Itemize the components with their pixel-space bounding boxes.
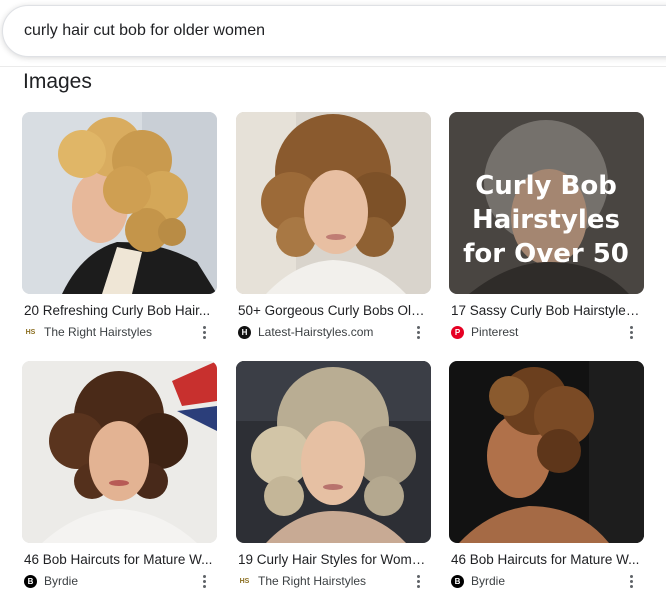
- pinterest-favicon-icon: P: [451, 325, 464, 339]
- more-options-icon[interactable]: [413, 573, 423, 589]
- result-image[interactable]: [22, 361, 217, 543]
- more-options-icon[interactable]: [626, 573, 636, 589]
- result-image[interactable]: [236, 361, 431, 543]
- image-result-card[interactable]: 46 Bob Haircuts for Mature W... B Byrdie: [449, 361, 644, 601]
- result-title[interactable]: 50+ Gorgeous Curly Bobs Old...: [238, 303, 428, 318]
- the-right-hairstyles-favicon-icon: HS: [24, 325, 37, 339]
- result-source[interactable]: B Byrdie: [24, 573, 78, 589]
- latest-hairstyles-favicon-icon: H: [238, 325, 251, 339]
- byrdie-favicon-icon: B: [451, 574, 464, 588]
- source-name: Byrdie: [471, 574, 506, 588]
- more-options-icon[interactable]: [413, 324, 423, 340]
- result-title[interactable]: 46 Bob Haircuts for Mature W...: [451, 552, 641, 567]
- image-result-card[interactable]: 19 Curly Hair Styles for Wome... HS The …: [236, 361, 431, 601]
- result-source[interactable]: HS The Right Hairstyles: [238, 573, 366, 589]
- more-options-icon[interactable]: [199, 573, 209, 589]
- source-name: The Right Hairstyles: [258, 574, 367, 588]
- result-title[interactable]: 46 Bob Haircuts for Mature W...: [24, 552, 214, 567]
- photo-curly-updo-profile: [449, 361, 644, 543]
- result-title[interactable]: 17 Sassy Curly Bob Hairstyles ...: [451, 303, 641, 318]
- source-name: The Right Hairstyles: [44, 325, 153, 339]
- photo-curly-brown-woman: [236, 112, 431, 294]
- photo-gray-bob-with-text: Curly Bob Hairstyles for Over 50: [449, 112, 644, 294]
- result-title[interactable]: 19 Curly Hair Styles for Wome...: [238, 552, 428, 567]
- result-title[interactable]: 20 Refreshing Curly Bob Hair...: [24, 303, 214, 318]
- more-options-icon[interactable]: [199, 324, 209, 340]
- overlay-line-2: Hairstyles: [472, 205, 620, 235]
- result-source[interactable]: H Latest-Hairstyles.com: [238, 324, 373, 340]
- photo-dark-shag-bob: [22, 361, 217, 543]
- image-result-card[interactable]: 46 Bob Haircuts for Mature W... B Byrdie: [22, 361, 217, 601]
- image-result-card[interactable]: 20 Refreshing Curly Bob Hair... HS The R…: [22, 112, 217, 352]
- result-image[interactable]: [22, 112, 217, 294]
- photo-curly-blonde-profile: [22, 112, 217, 294]
- overlay-line-3: for Over 50: [463, 239, 629, 269]
- search-bar[interactable]: curly hair cut bob for older women: [2, 5, 666, 57]
- search-input[interactable]: curly hair cut bob for older women: [24, 22, 265, 40]
- overlay-line-1: Curly Bob: [475, 171, 617, 201]
- image-result-card[interactable]: Curly Bob Hairstyles for Over 50 17 Sass…: [449, 112, 644, 352]
- result-image[interactable]: Curly Bob Hairstyles for Over 50: [449, 112, 644, 294]
- divider: [0, 66, 666, 67]
- more-options-icon[interactable]: [626, 324, 636, 340]
- byrdie-favicon-icon: B: [24, 574, 37, 588]
- section-title-images: Images: [23, 70, 92, 93]
- result-image[interactable]: [449, 361, 644, 543]
- result-source[interactable]: B Byrdie: [451, 573, 505, 589]
- result-source[interactable]: HS The Right Hairstyles: [24, 324, 152, 340]
- result-source[interactable]: P Pinterest: [451, 324, 518, 340]
- source-name: Pinterest: [471, 325, 519, 339]
- source-name: Latest-Hairstyles.com: [258, 325, 374, 339]
- image-result-card[interactable]: 50+ Gorgeous Curly Bobs Old... H Latest-…: [236, 112, 431, 352]
- photo-gray-blonde-curls: [236, 361, 431, 543]
- source-name: Byrdie: [44, 574, 79, 588]
- the-right-hairstyles-favicon-icon: HS: [238, 574, 251, 588]
- result-image[interactable]: [236, 112, 431, 294]
